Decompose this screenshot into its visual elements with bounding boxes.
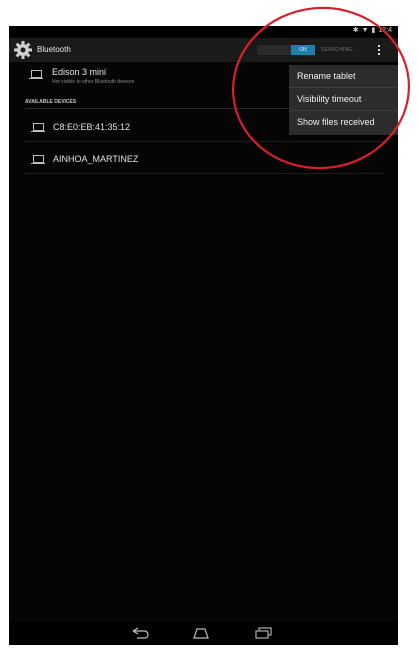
status-bar: ✱ ▼ ▮ 12:4 — [9, 26, 398, 36]
menu-item-rename-tablet[interactable]: Rename tablet — [289, 65, 398, 88]
back-icon[interactable] — [130, 626, 150, 640]
laptop-icon — [31, 155, 45, 165]
menu-item-label: Visibility timeout — [297, 94, 362, 104]
laptop-icon — [31, 123, 45, 133]
overflow-menu-icon[interactable] — [375, 44, 383, 56]
row-divider — [25, 141, 385, 142]
recent-apps-icon[interactable] — [254, 626, 274, 640]
screenshot-canvas: ✱ ▼ ▮ 12:4 ‹ — [0, 0, 418, 648]
menu-item-show-files-received[interactable]: Show files received — [289, 111, 398, 134]
navigation-bar — [9, 622, 398, 645]
available-devices-header: AVAILABLE DEVICES — [25, 99, 77, 105]
bluetooth-toggle[interactable]: ON — [257, 45, 315, 55]
menu-item-visibility-timeout[interactable]: Visibility timeout — [289, 88, 398, 111]
laptop-icon — [29, 70, 43, 80]
overflow-dot — [378, 53, 380, 55]
page-title: Bluetooth — [37, 45, 71, 54]
paired-device-visibility: Not visible to other Bluetooth devices — [52, 79, 135, 85]
menu-item-label: Show files received — [297, 117, 375, 127]
tablet-screen: ✱ ▼ ▮ 12:4 ‹ — [9, 26, 398, 645]
home-icon[interactable] — [191, 626, 211, 640]
gear-icon[interactable] — [13, 40, 33, 60]
paired-device-name: Edison 3 mini — [52, 67, 107, 77]
wifi-icon: ▼ — [361, 27, 369, 34]
device-name: C8:E0:EB:41:35:12 — [53, 122, 131, 132]
status-icons: ✱ ▼ ▮ 12:4 — [353, 26, 392, 36]
action-bar: ‹ Bluetooth ON SEARCHING. — [9, 38, 398, 62]
bluetooth-icon: ✱ — [352, 27, 359, 34]
overflow-menu: Rename tablet Visibility timeout Show fi… — [289, 65, 398, 135]
menu-item-label: Rename tablet — [297, 71, 356, 81]
status-time: 12:4 — [378, 27, 392, 34]
battery-icon: ▮ — [371, 27, 376, 34]
overflow-dot — [378, 49, 380, 51]
overflow-dot — [378, 45, 380, 47]
toggle-on-label: ON — [291, 45, 315, 55]
device-name: AINHOA_MARTINEZ — [53, 154, 139, 164]
searching-status[interactable]: SEARCHING... — [321, 38, 357, 62]
row-divider — [25, 173, 385, 174]
device-row[interactable]: AINHOA_MARTINEZ — [9, 146, 398, 174]
